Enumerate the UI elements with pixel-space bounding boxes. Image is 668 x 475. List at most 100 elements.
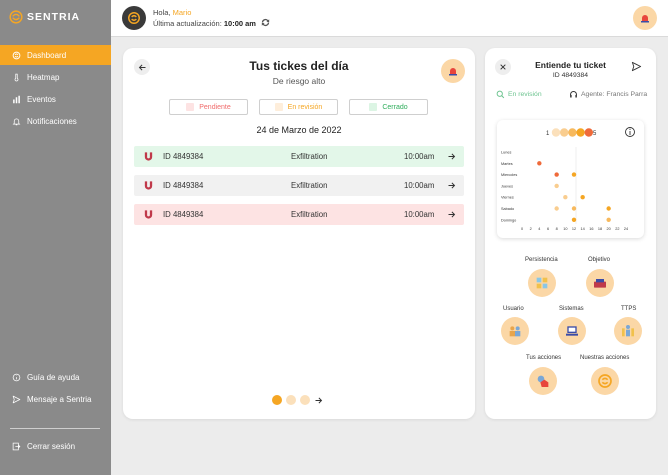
- avatar[interactable]: [122, 6, 146, 30]
- category-persistencia[interactable]: [528, 269, 556, 297]
- alarm-button[interactable]: [633, 6, 657, 30]
- filter-swatch: [274, 103, 283, 111]
- hand-icon: [537, 375, 549, 387]
- data-point[interactable]: [571, 206, 577, 211]
- category-objetivo-label: Objetivo: [588, 257, 611, 263]
- sidebar-item-dashboard[interactable]: Dashboard: [0, 45, 111, 65]
- sidebar: SENTRIA Dashboard Heatmap Eventos Notifi…: [0, 0, 111, 475]
- send-icon[interactable]: [631, 61, 642, 72]
- table-row[interactable]: ID 4849384 Exfiltration 10:00am: [134, 146, 464, 167]
- last-update: Última actualización: 10:00 am: [153, 19, 256, 28]
- category-tus-acciones[interactable]: [529, 367, 557, 395]
- sidebar-item-eventos[interactable]: Eventos: [0, 89, 111, 109]
- tickets-date: 24 de Marzo de 2022: [256, 125, 342, 135]
- filter-label: Pendiente: [199, 103, 231, 111]
- category-nuestras-acciones[interactable]: [591, 367, 619, 395]
- x-tick-label: 6: [547, 227, 549, 231]
- data-point[interactable]: [580, 195, 585, 200]
- scatter-chart: 1 5 Lunes Martes Miercoles Jueves Viernes Sab…: [501, 127, 635, 231]
- y-tick-label: Viernes: [501, 196, 514, 200]
- x-tick-label: 24: [624, 227, 628, 231]
- data-point[interactable]: [606, 206, 611, 211]
- page-title: Tus tickes del día: [249, 59, 349, 73]
- data-point[interactable]: [554, 183, 559, 189]
- logout-icon: [12, 442, 21, 450]
- ticket-type: Exfiltration: [291, 210, 328, 219]
- filter-swatch: [186, 103, 195, 111]
- y-axis-labels: Lunes Martes Miercoles Jueves Viernes Sabado D…: [501, 151, 517, 223]
- detail-id: ID 4849384: [552, 72, 589, 79]
- sidebar-item-message[interactable]: Mensaje a Sentria: [0, 389, 111, 409]
- user-group-icon: [509, 326, 521, 337]
- refresh-icon[interactable]: [260, 17, 271, 28]
- update-time: 10:00 am: [223, 19, 256, 28]
- sidebar-item-help[interactable]: Guía de ayuda: [0, 367, 111, 387]
- category-ttps-label: TTPS: [621, 306, 637, 312]
- brand-logo[interactable]: SENTRIA: [9, 10, 80, 24]
- x-tick-label: 2: [530, 227, 532, 231]
- x-tick-label: 0: [521, 227, 523, 231]
- arrow-right-icon[interactable]: [447, 152, 456, 161]
- data-point[interactable]: [571, 217, 577, 222]
- data-point[interactable]: [537, 161, 542, 166]
- page-dot[interactable]: [300, 395, 310, 405]
- magnet-icon: [144, 181, 153, 190]
- ticket-time: 10:00am: [404, 152, 435, 161]
- info-icon[interactable]: [625, 127, 635, 137]
- filter-label: Cerrado: [382, 103, 408, 111]
- siren-icon: [449, 68, 457, 76]
- filter-swatch: [369, 103, 378, 111]
- category-tus-acciones-label: Tus acciones: [526, 355, 562, 361]
- data-point[interactable]: [606, 217, 611, 222]
- logout-button[interactable]: Cerrar sesión: [0, 436, 111, 456]
- x-tick-label: 4: [538, 227, 540, 231]
- sidebar-item-label: Guía de ayuda: [27, 372, 80, 382]
- table-row[interactable]: ID 4849384 Exfiltration 10:00am: [134, 175, 464, 196]
- category-sistemas[interactable]: [558, 317, 586, 345]
- x-tick-label: 22: [615, 227, 619, 231]
- category-sistemas-label: Sistemas: [559, 306, 584, 312]
- pagination: [272, 395, 323, 405]
- headset-icon: [570, 91, 577, 98]
- ticket-id: ID 4849384: [163, 181, 204, 190]
- dashboard-icon: [12, 51, 21, 59]
- sidebar-item-label: Dashboard: [27, 50, 67, 60]
- arrow-right-icon[interactable]: [314, 396, 323, 405]
- legend-dot-5: [584, 128, 593, 137]
- logout-label: Cerrar sesión: [27, 441, 76, 451]
- legend-dot-2: [560, 128, 569, 137]
- filter-cerrado[interactable]: Cerrado: [349, 99, 428, 115]
- arrow-right-icon[interactable]: [447, 181, 456, 190]
- x-tick-label: 8: [556, 227, 558, 231]
- category-persistencia-label: Persistencia: [525, 257, 558, 263]
- intensity-legend: [551, 128, 593, 137]
- sidebar-item-heatmap[interactable]: Heatmap: [0, 67, 111, 87]
- data-point[interactable]: [571, 172, 577, 177]
- page-dot-active[interactable]: [272, 395, 282, 405]
- category-ttps[interactable]: [614, 317, 642, 345]
- ticket-time: 10:00am: [404, 181, 435, 190]
- data-point[interactable]: [554, 206, 559, 211]
- sidebar-item-notificaciones[interactable]: Notificaciones: [0, 111, 111, 131]
- legend-min-label: 1: [546, 131, 550, 137]
- category-objetivo[interactable]: [586, 269, 614, 297]
- filter-pendiente[interactable]: Pendiente: [169, 99, 248, 115]
- data-points: [537, 161, 611, 222]
- bell-icon: [12, 118, 21, 125]
- data-point[interactable]: [554, 172, 559, 177]
- data-point[interactable]: [563, 195, 568, 200]
- y-tick-label: Lunes: [501, 151, 511, 155]
- y-tick-label: Sabado: [501, 207, 514, 211]
- ticket-id: ID 4849384: [163, 152, 204, 161]
- alarm-button[interactable]: [441, 59, 465, 83]
- x-tick-label: 20: [607, 227, 611, 231]
- page-dot[interactable]: [286, 395, 296, 405]
- info-icon: [12, 373, 21, 381]
- table-row[interactable]: ID 4849384 Exfiltration 10:00am: [134, 204, 464, 225]
- arrow-right-icon[interactable]: [447, 210, 456, 219]
- category-usuario[interactable]: [501, 317, 529, 345]
- sidebar-item-label: Mensaje a Sentria: [27, 394, 92, 404]
- ticket-id: ID 4849384: [163, 210, 204, 219]
- filter-en-revision[interactable]: En revisión: [259, 99, 338, 115]
- sidebar-item-label: Eventos: [27, 94, 56, 104]
